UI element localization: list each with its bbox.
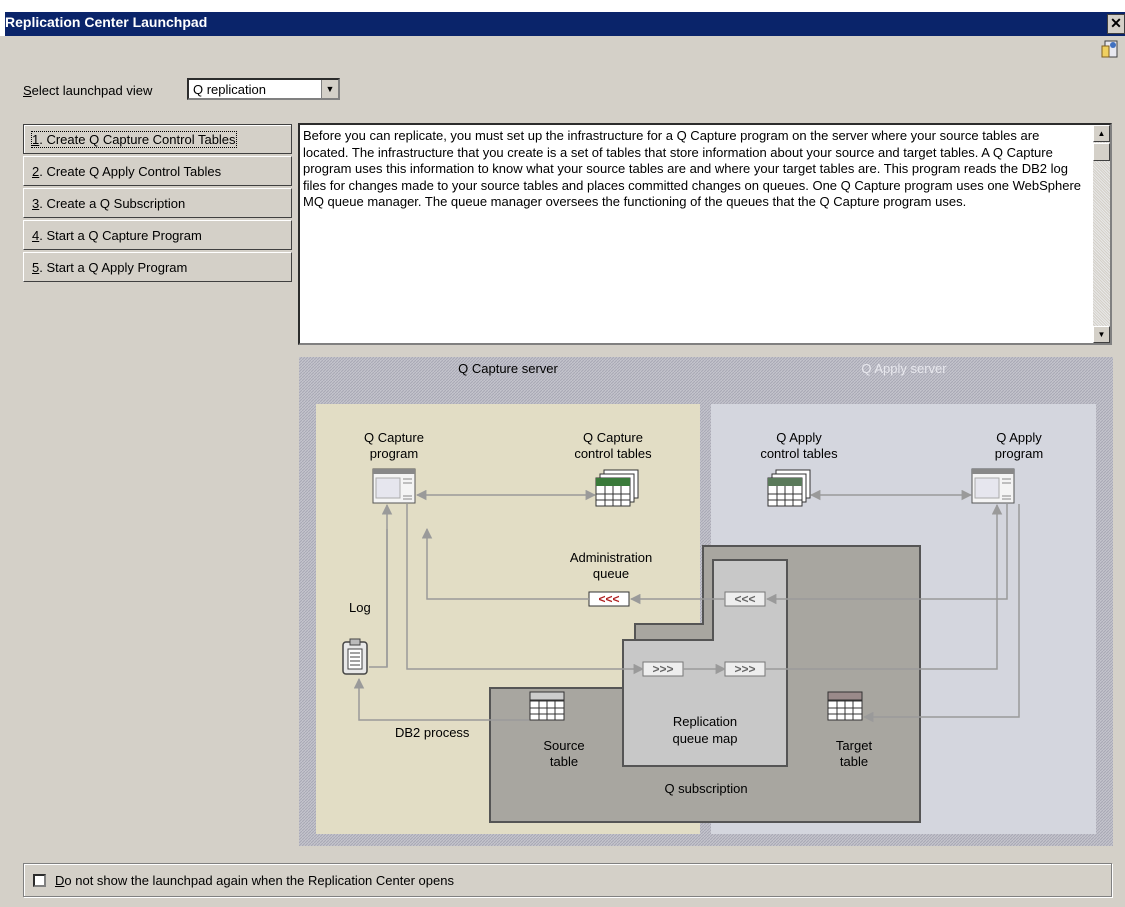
dont-show-label[interactable]: Do not show the launchpad again when the… [55, 873, 454, 888]
queue-map-label-2: queue map [672, 731, 737, 746]
dont-show-checkbox[interactable] [33, 874, 46, 887]
capture-program-icon [372, 468, 416, 504]
launchpad-window: Replication Center Launchpad ✕ Select la… [0, 0, 1125, 907]
step-create-subscription[interactable]: 3. Create a Q Subscription [23, 188, 292, 218]
title-bar: Replication Center Launchpad ✕ [0, 0, 1125, 36]
step-start-capture[interactable]: 4. Start a Q Capture Program [23, 220, 292, 250]
apply-tables-label-1: Q Apply [776, 430, 822, 445]
admin-queue-label-2: queue [593, 566, 629, 581]
scroll-thumb[interactable] [1093, 143, 1110, 161]
target-table-label-1: Target [836, 738, 873, 753]
description-text: Before you can replicate, you must set u… [303, 128, 1082, 209]
footer-panel: Do not show the launchpad again when the… [23, 863, 1112, 897]
subscription-label: Q subscription [664, 781, 747, 796]
source-table-icon [529, 691, 565, 721]
admin-queue-label-1: Administration [570, 550, 652, 565]
step-list: 1. Create Q Capture Control Tables 2. Cr… [23, 124, 292, 284]
description-box: Before you can replicate, you must set u… [298, 123, 1112, 345]
svg-text:>>>: >>> [734, 662, 755, 676]
vertical-scrollbar[interactable]: ▲ ▼ [1093, 125, 1110, 343]
scroll-up-icon[interactable]: ▲ [1093, 125, 1110, 142]
capture-server-label: Q Capture server [458, 361, 558, 376]
target-table-icon [827, 691, 863, 721]
queue-map-label-1: Replication [673, 714, 737, 729]
svg-text:<<<: <<< [598, 592, 619, 606]
replication-diagram: Q Capture server Q Apply server Q Captur… [299, 357, 1113, 846]
receive-queue-icon: >>> [724, 661, 766, 677]
queue-recv-admin-icon: <<< [724, 591, 766, 607]
target-table-label-2: table [840, 754, 868, 769]
help-icon[interactable] [1099, 38, 1121, 60]
source-table-label-2: table [550, 754, 578, 769]
log-clipboard-icon [342, 638, 368, 675]
capture-program-label-2: program [370, 446, 418, 461]
window-title: Replication Center Launchpad [5, 14, 208, 30]
view-select-value: Q replication [193, 82, 266, 97]
capture-control-tables-icon [595, 469, 639, 507]
step-create-capture-tables[interactable]: 1. Create Q Capture Control Tables [23, 124, 292, 154]
db2-process-label: DB2 process [395, 725, 470, 740]
scroll-down-icon[interactable]: ▼ [1093, 326, 1110, 343]
apply-program-icon [971, 468, 1015, 504]
apply-server-label: Q Apply server [861, 361, 947, 376]
chevron-down-icon[interactable]: ▼ [321, 80, 338, 98]
view-select[interactable]: Q replication ▼ [187, 78, 340, 100]
capture-program-label-1: Q Capture [364, 430, 424, 445]
capture-tables-label-2: control tables [574, 446, 652, 461]
source-table-label-1: Source [543, 738, 584, 753]
apply-program-label-1: Q Apply [996, 430, 1042, 445]
apply-tables-label-2: control tables [760, 446, 838, 461]
svg-text:>>>: >>> [652, 662, 673, 676]
send-queue-icon: >>> [642, 661, 684, 677]
log-label: Log [349, 600, 371, 615]
view-select-label: Select launchpad view [23, 83, 153, 98]
step-start-apply[interactable]: 5. Start a Q Apply Program [23, 252, 292, 282]
step-create-apply-tables[interactable]: 2. Create Q Apply Control Tables [23, 156, 292, 186]
apply-program-label-2: program [995, 446, 1043, 461]
capture-tables-label-1: Q Capture [583, 430, 643, 445]
close-button[interactable]: ✕ [1107, 14, 1125, 34]
svg-text:<<<: <<< [734, 592, 755, 606]
apply-control-tables-icon [767, 469, 811, 507]
admin-queue-icon: <<< [588, 591, 630, 607]
